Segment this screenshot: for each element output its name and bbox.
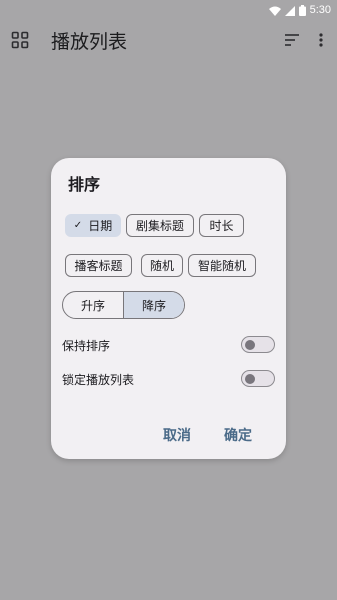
battery-icon (298, 1, 306, 20)
keep-sort-label: 保持排序 (62, 339, 111, 353)
chip-label: 剧集标题 (135, 219, 184, 233)
status-bar: 5:30 (0, 0, 337, 20)
switch-knob (245, 339, 255, 350)
chip-sort-smart-random[interactable]: 智能随机 (188, 254, 256, 277)
keep-sort-switch[interactable] (241, 336, 275, 353)
switch-knob (245, 373, 255, 384)
chip-sort-duration[interactable]: 时长 (199, 214, 244, 237)
app-bar: 播放列表 (0, 20, 337, 60)
lock-playlist-label: 锁定播放列表 (62, 373, 135, 387)
chip-label: 智能随机 (197, 259, 246, 273)
chip-sort-random[interactable]: 随机 (141, 254, 183, 277)
wifi-icon (268, 1, 281, 20)
dialog-title: 排序 (68, 175, 101, 194)
chip-sort-date[interactable]: ✓ 日期 (65, 214, 121, 237)
cellular-signal-icon (284, 1, 295, 20)
ascending-button[interactable]: 升序 (63, 292, 124, 318)
chip-sort-podcast-title[interactable]: 播客标题 (65, 254, 132, 277)
check-icon: ✓ (73, 220, 83, 231)
cancel-button[interactable]: 取消 (163, 425, 191, 445)
chip-label: 随机 (149, 259, 174, 273)
chip-sort-episode-title[interactable]: 剧集标题 (126, 214, 194, 237)
chip-label: 播客标题 (74, 259, 123, 273)
page-title: 播放列表 (51, 31, 128, 53)
sort-order-segmented: 升序 降序 (62, 291, 185, 319)
confirm-button[interactable]: 确定 (224, 425, 252, 445)
grid-icon[interactable] (11, 31, 29, 49)
more-vert-icon[interactable] (316, 31, 326, 49)
sort-dialog: 排序 ✓ 日期 剧集标题 时长 播客标题 随机 智能随机 升序 降序 保持排序 … (51, 158, 286, 459)
sort-icon[interactable] (283, 32, 301, 48)
status-time: 5:30 (309, 4, 331, 16)
chip-label: 时长 (209, 219, 234, 233)
descending-button[interactable]: 降序 (124, 292, 184, 318)
chip-label: 日期 (88, 219, 113, 233)
lock-playlist-switch[interactable] (241, 370, 275, 387)
